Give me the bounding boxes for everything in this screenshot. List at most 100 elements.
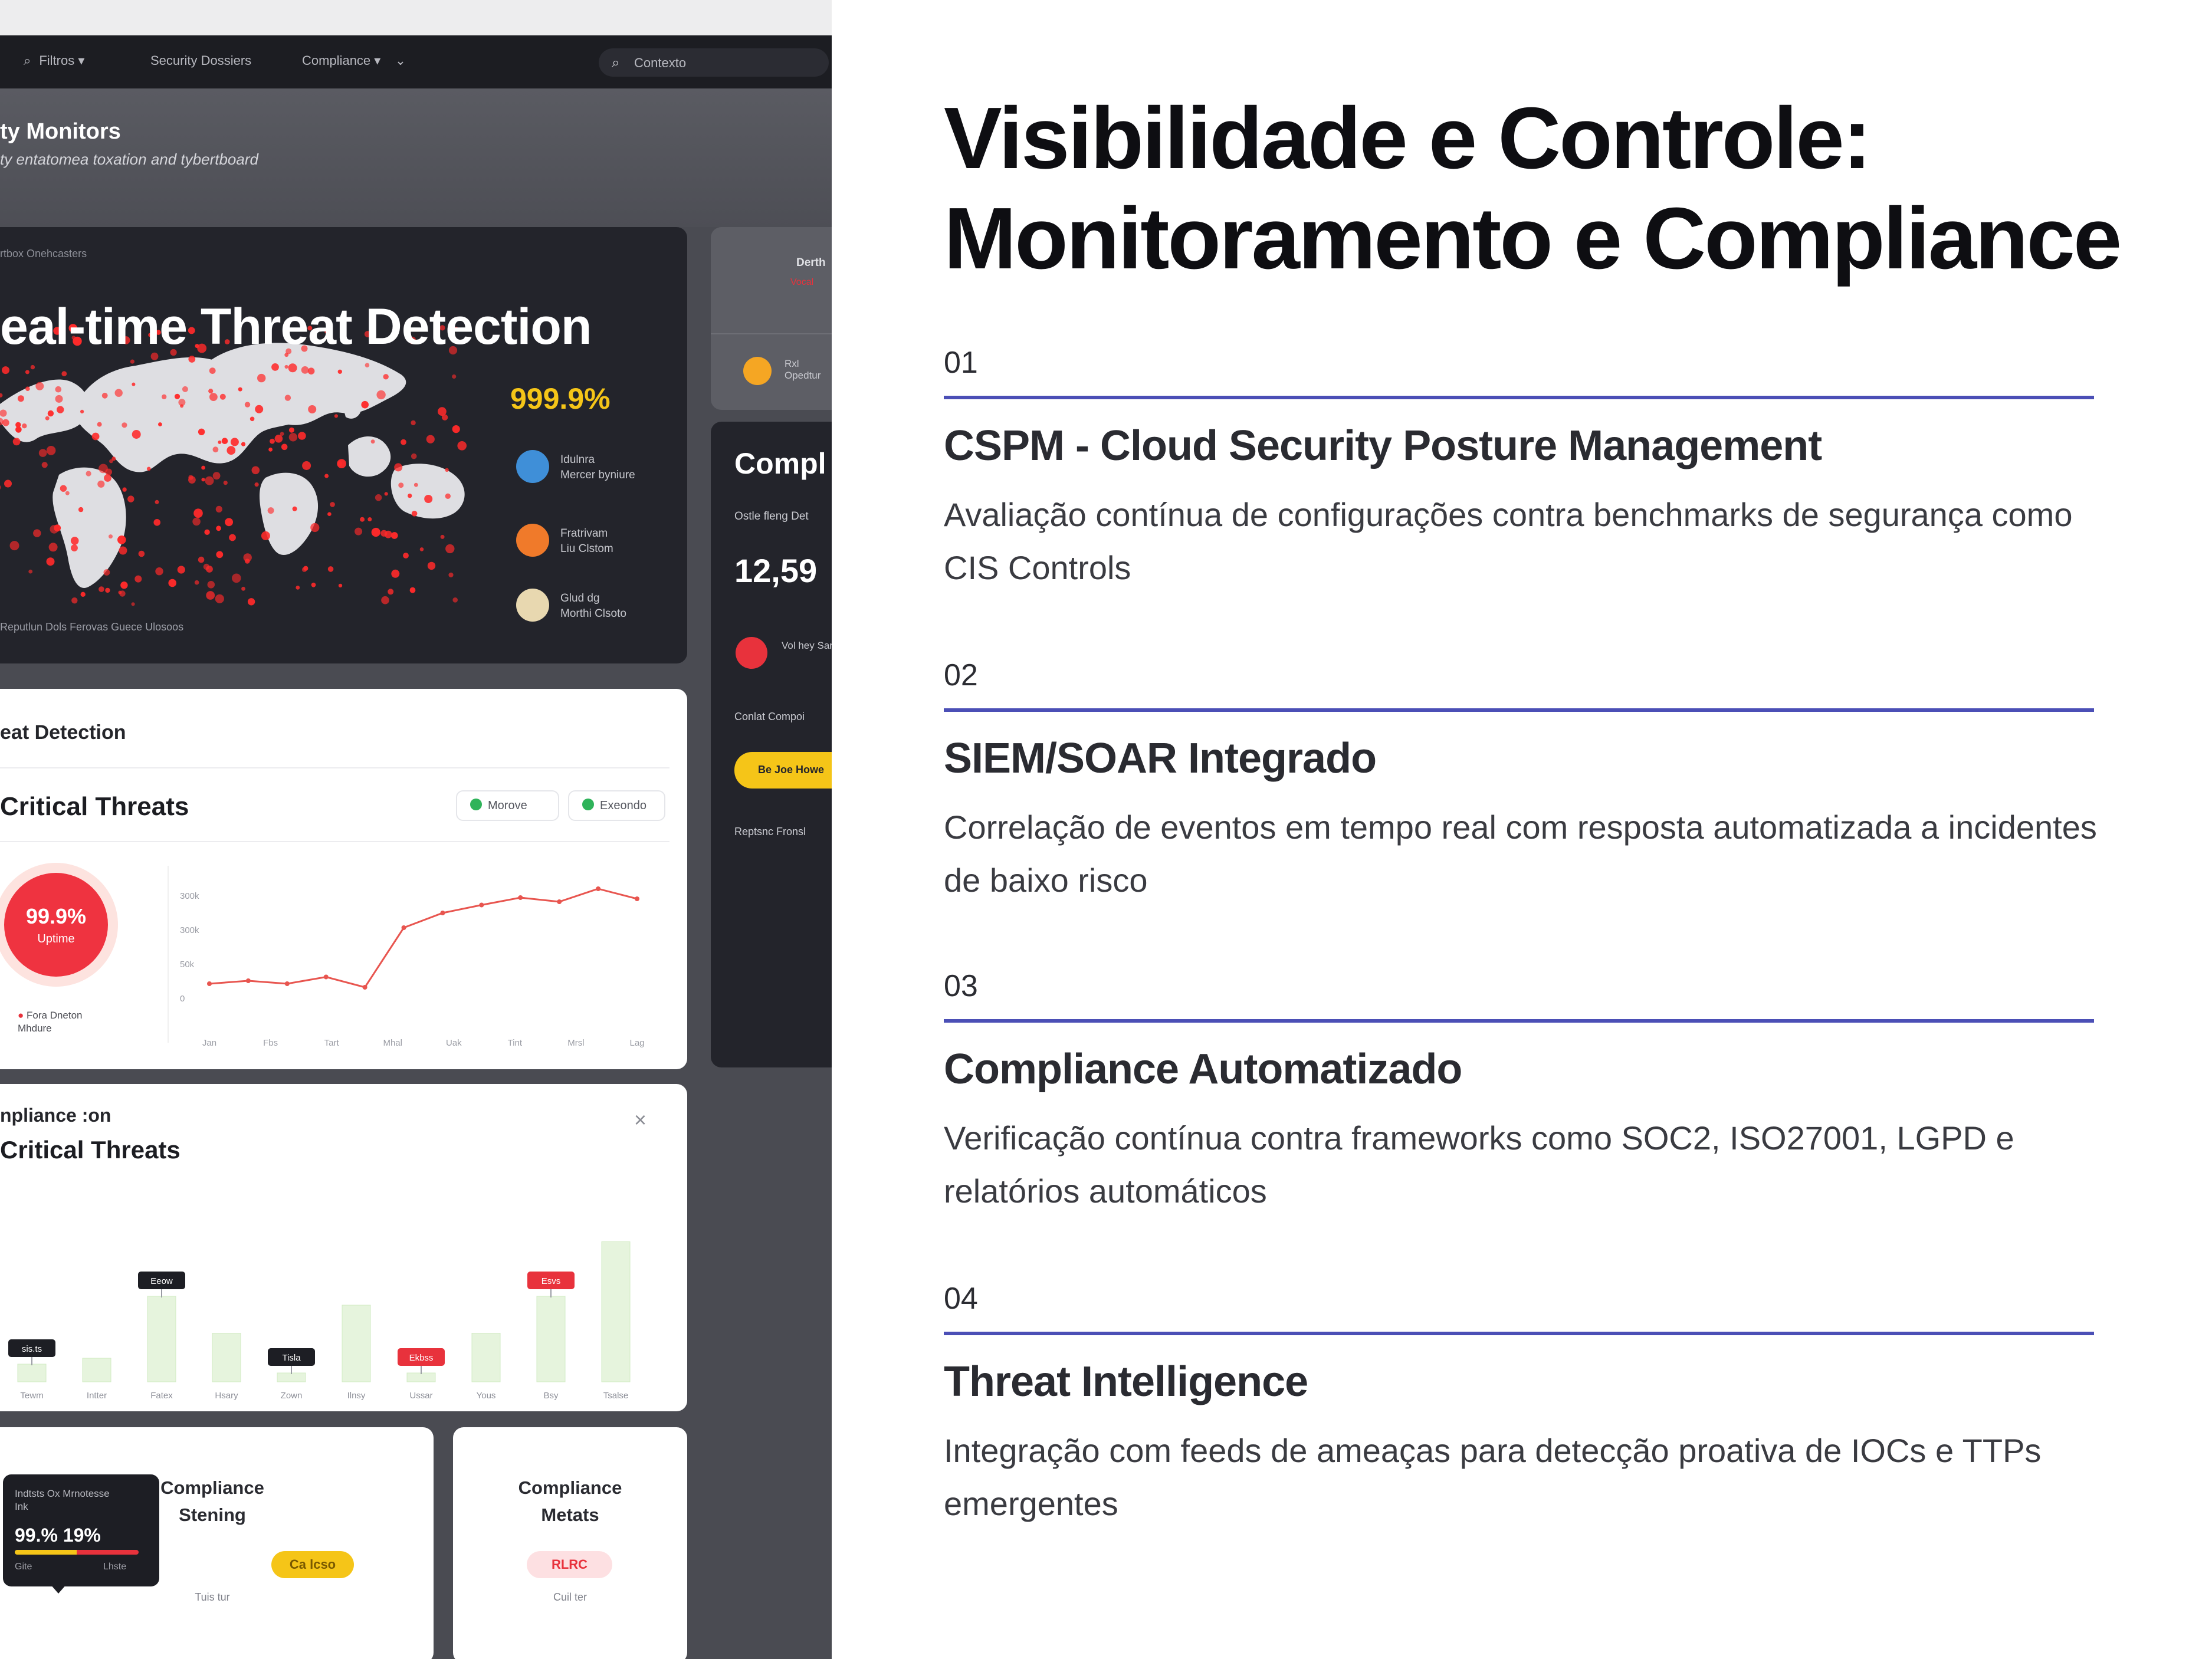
threat-dot [55, 395, 63, 403]
threat-dot [271, 363, 279, 371]
mockup-page-subtitle: ty entatomea toxation and tybertboard [0, 150, 258, 168]
threat-dot [403, 553, 409, 559]
threat-dot [103, 569, 110, 576]
map-user-label: Idulnra Mercer byniure [560, 454, 635, 481]
mockup-navbar: ⌕ Filtros ▾ Security Dossiers Compliance … [0, 35, 832, 88]
compliance-scoring-card[interactable]: Indtsts Ox Mrnotesse Ink 99.% 19% Gite L… [0, 1427, 434, 1659]
threat-dot [12, 438, 21, 446]
side-card-top[interactable]: Derth Vocal Rxl Opedtur [711, 227, 832, 410]
bar [406, 1372, 436, 1382]
map-user-row[interactable]: Fratrivam Liu Clstom [516, 524, 669, 561]
threat-map-card[interactable]: rtbox Onehcasters eal-time Threat Detect… [0, 227, 687, 663]
bar-tag-label: Ekbss [409, 1353, 434, 1363]
map-user-row[interactable]: Glud dg Morthi Clsoto [516, 589, 669, 626]
nav-security-item[interactable]: Security Dossiers [150, 53, 251, 68]
threat-dot [288, 427, 294, 433]
feature-title: Threat Intelligence [944, 1358, 1308, 1405]
threat-dot [334, 414, 339, 418]
threat-dot [155, 500, 159, 504]
x-tick-label: Uak [446, 1038, 462, 1048]
nav-compliance-item[interactable]: Compliance ▾ ⌄ [302, 53, 406, 68]
side-card-button[interactable]: Be Joe Howe [734, 752, 832, 789]
threat-dot [409, 587, 416, 593]
x-tick-label: Hsary [215, 1391, 238, 1401]
map-user-label: Glud dg Morthi Clsoto [560, 592, 626, 620]
donut-value: 99.9% [26, 904, 86, 928]
data-point [596, 886, 601, 891]
threat-dot [324, 474, 329, 478]
threat-dot [384, 492, 388, 496]
line-chart-group: 300k 300k 50k 0 Jan Fbs Tart Mhal Uak Tint Mrsl Lag [180, 886, 645, 1048]
threat-dot [138, 550, 145, 557]
threat-dot [162, 394, 167, 399]
threat-dot [251, 466, 260, 475]
threat-dot [119, 590, 126, 597]
threat-dot [194, 580, 199, 585]
threat-dot [298, 432, 306, 440]
x-tick-label: Fbs [263, 1038, 278, 1048]
mockup-page-title: ty Monitors [0, 119, 121, 144]
threat-dot [177, 566, 185, 574]
card-title: Compliance Stening [160, 1477, 264, 1525]
feature-number: 04 [944, 1282, 978, 1316]
avatar [516, 450, 549, 483]
feature-title: SIEM/SOAR Integrado [944, 735, 1377, 782]
threat-dot [22, 423, 27, 429]
threat-dot [25, 370, 29, 374]
threat-dot [134, 575, 142, 583]
bar [212, 1333, 241, 1382]
threat-dot [46, 446, 56, 455]
threat-dot [122, 487, 127, 492]
filter-chip[interactable]: Morove [456, 790, 559, 821]
threat-dot [188, 356, 196, 363]
feature-description: Integração com feeds de ameaças para det… [944, 1432, 2042, 1522]
bar-tag-label: Tisla [282, 1353, 301, 1363]
bar [342, 1305, 371, 1382]
nav-search-input[interactable]: ⌕ Contexto [599, 48, 829, 77]
x-tick-label: Ilnsy [347, 1391, 366, 1401]
status-badge: RLRC [527, 1551, 612, 1578]
threat-dot [371, 527, 380, 537]
x-tick-label: Mrsl [567, 1038, 584, 1048]
threat-dot [215, 505, 222, 513]
nav-filter-item[interactable]: ⌕ Filtros ▾ [24, 53, 84, 68]
threat-dot [330, 502, 335, 507]
threat-dot [413, 482, 418, 487]
status-icon [582, 799, 594, 810]
bar [277, 1372, 306, 1382]
threat-dot [209, 393, 218, 401]
threat-dot [311, 582, 316, 587]
mockup-header: ty Monitors ty entatomea toxation and ty… [0, 88, 832, 227]
threat-dot [284, 364, 288, 369]
data-point [362, 985, 367, 990]
threat-dot [230, 438, 239, 446]
threat-dot [206, 591, 215, 600]
x-tick-label: Lag [629, 1038, 644, 1048]
threat-dot [207, 581, 215, 589]
card-title: Compliance Metats [518, 1477, 622, 1525]
compliance-bar-card[interactable]: npliance :on Critical Threats × Tewm Intt… [0, 1084, 687, 1411]
data-point [440, 911, 445, 915]
threat-dot [216, 525, 221, 531]
threat-detection-card[interactable]: eat Detection Critical Threats Morove Ex… [0, 689, 687, 1069]
threat-dot [268, 447, 273, 452]
avatar [516, 589, 549, 622]
threat-dot [71, 544, 78, 551]
threat-dot [46, 557, 55, 566]
threat-dot [146, 467, 151, 471]
threat-dot [212, 446, 219, 453]
threat-dot [117, 536, 126, 544]
threat-dot [114, 389, 123, 397]
filter-chip[interactable]: Exeondo [568, 790, 665, 821]
threat-dot [292, 506, 297, 511]
y-tick-label: 0 [180, 994, 185, 1004]
data-point [479, 902, 484, 908]
threat-dot [270, 438, 275, 444]
threat-dot [370, 439, 375, 444]
map-user-row[interactable]: Idulnra Mercer byniure [516, 450, 669, 488]
feature-title: Compliance Automatizado [944, 1046, 1462, 1093]
compliance-metrics-card[interactable]: Compliance Metats RLRC Cuil ter [453, 1427, 687, 1659]
tooltip-left-label: Gite [15, 1562, 32, 1572]
x-tick-label: Tsalse [603, 1391, 629, 1401]
side-card-compliance[interactable]: Compl Ostle fleng Det 12,59 Vol hey Sari… [711, 422, 832, 1067]
